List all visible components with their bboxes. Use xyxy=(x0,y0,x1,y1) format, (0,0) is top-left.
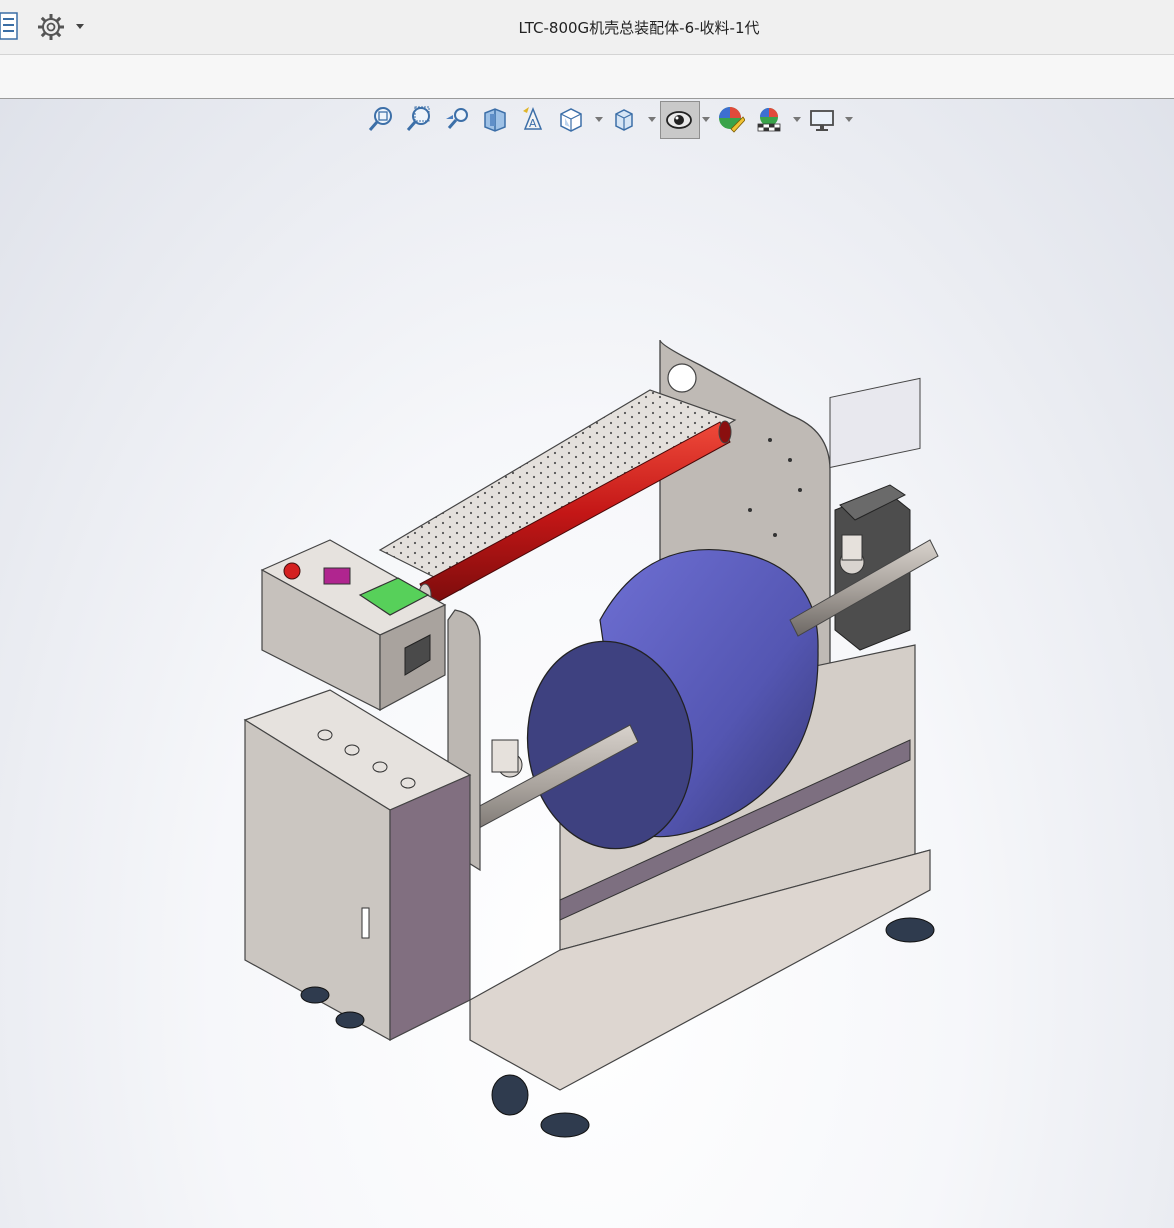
svg-text:A: A xyxy=(529,117,537,130)
section-view-icon[interactable] xyxy=(478,101,512,139)
dynamic-annotation-icon[interactable]: A xyxy=(516,101,550,139)
display-style-dropdown-icon[interactable] xyxy=(648,117,656,122)
window-title: LTC-800G机壳总装配体-6-收料-1代 xyxy=(518,19,760,37)
view-orientation-icon[interactable] xyxy=(554,101,588,139)
apply-scene-dropdown-icon[interactable] xyxy=(793,117,801,122)
display-style-icon[interactable] xyxy=(607,101,641,139)
edit-appearance-icon[interactable] xyxy=(714,101,748,139)
view-settings-icon[interactable] xyxy=(805,101,839,139)
zoom-to-area-icon[interactable] xyxy=(402,101,436,139)
hide-show-dropdown-icon[interactable] xyxy=(702,117,710,122)
zoom-to-fit-icon[interactable] xyxy=(364,101,398,139)
previous-view-icon[interactable] xyxy=(440,101,474,139)
view-settings-dropdown-icon[interactable] xyxy=(845,117,853,122)
view-orientation-dropdown-icon[interactable] xyxy=(595,117,603,122)
hide-show-items-icon[interactable] xyxy=(660,101,700,139)
command-ribbon xyxy=(0,55,1174,99)
title-bar: LTC-800G机壳总装配体-6-收料-1代 xyxy=(0,0,1174,55)
rewinding-machine-3d-model[interactable] xyxy=(230,330,950,1154)
apply-scene-icon[interactable] xyxy=(752,101,786,139)
